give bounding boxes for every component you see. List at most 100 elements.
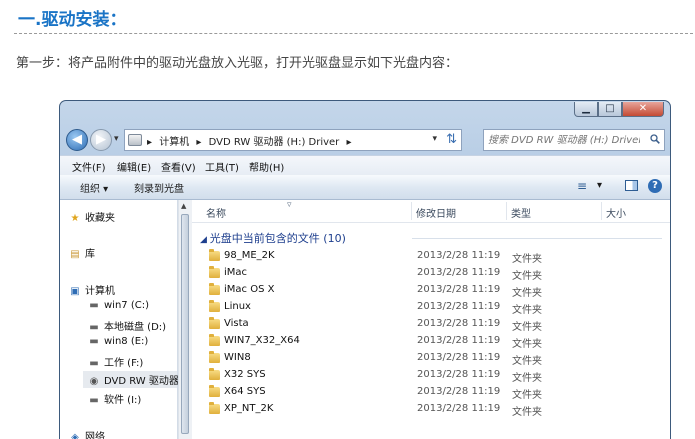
collapse-icon[interactable]: ◢	[200, 235, 210, 245]
file-name: WIN7_X32_X64	[224, 335, 300, 346]
column-divider[interactable]	[506, 202, 507, 220]
file-name: Linux	[224, 301, 251, 312]
column-name[interactable]: 名称	[206, 205, 226, 220]
file-date: 2013/2/28 11:19	[417, 369, 501, 380]
file-row[interactable]: 98_ME_2K 2013/2/28 11:19 文件夹	[192, 248, 670, 265]
file-name: X64 SYS	[224, 386, 266, 397]
search-input[interactable]	[488, 132, 640, 148]
group-header[interactable]: ◢ 光盘中当前包含的文件 (10)	[200, 230, 346, 246]
breadcrumb-computer[interactable]: 计算机	[159, 137, 189, 148]
file-type: 文件夹	[512, 271, 542, 282]
file-date: 2013/2/28 11:19	[417, 250, 501, 261]
folder-icon	[209, 385, 220, 397]
folder-icon	[209, 283, 220, 295]
address-bar[interactable]: ▸ 计算机 ▸ DVD RW 驱动器 (H:) Driver ▸ ▾ ⇅	[124, 129, 462, 151]
file-row[interactable]: WIN7_X32_X64 2013/2/28 11:19 文件夹	[192, 333, 670, 350]
file-type: 文件夹	[512, 407, 542, 418]
scrollbar-thumb[interactable]	[181, 214, 189, 434]
forward-button[interactable]: ▶	[90, 129, 112, 151]
file-row[interactable]: iMac 2013/2/28 11:19 文件夹	[192, 265, 670, 282]
file-type: 文件夹	[512, 305, 542, 316]
group-divider	[412, 238, 662, 239]
history-dropdown-icon[interactable]: ▾	[114, 134, 119, 144]
views-icon[interactable]: ≡	[577, 179, 587, 193]
scroll-up-icon[interactable]: ▲	[181, 202, 186, 210]
window-controls: ▁ □ ✕	[574, 102, 664, 117]
file-type: 文件夹	[512, 322, 542, 333]
file-date: 2013/2/28 11:19	[417, 267, 501, 278]
drive-icon: ▬	[89, 358, 99, 369]
nav-drive-f[interactable]: ▬ 工作 (F:)	[87, 354, 143, 369]
drive-icon: ▬	[89, 300, 99, 311]
menu-file[interactable]: 文件(F)	[72, 159, 106, 174]
folder-icon	[209, 351, 220, 363]
column-divider[interactable]	[601, 202, 602, 220]
help-icon[interactable]: ?	[648, 179, 662, 193]
file-row[interactable]: X32 SYS 2013/2/28 11:19 文件夹	[192, 367, 670, 384]
explorer-window: ▁ □ ✕ ◀ ▶ ▾ ▸ 计算机 ▸ DVD RW 驱动器 (H:) Driv…	[59, 100, 671, 439]
close-button[interactable]: ✕	[622, 102, 664, 117]
menu-help[interactable]: 帮助(H)	[249, 159, 284, 174]
file-row[interactable]: iMac OS X 2013/2/28 11:19 文件夹	[192, 282, 670, 299]
file-type: 文件夹	[512, 373, 542, 384]
back-button[interactable]: ◀	[66, 129, 88, 151]
nav-network[interactable]: ◈ 网络	[68, 428, 105, 439]
drive-icon: ▬	[89, 322, 99, 333]
sort-arrow-icon: ▿	[287, 200, 292, 210]
file-name: Vista	[224, 318, 249, 329]
menu-bar: 文件(F) 编辑(E) 查看(V) 工具(T) 帮助(H)	[60, 155, 670, 176]
library-icon: ▤	[70, 249, 80, 260]
nav-drive-e[interactable]: ▬ win8 (E:)	[87, 336, 148, 347]
file-type: 文件夹	[512, 254, 542, 265]
search-icon[interactable]	[650, 134, 660, 144]
file-date: 2013/2/28 11:19	[417, 318, 501, 329]
menu-view[interactable]: 查看(V)	[161, 159, 196, 174]
file-date: 2013/2/28 11:19	[417, 301, 501, 312]
breadcrumb-separator-icon[interactable]: ▸	[347, 137, 352, 148]
file-name: X32 SYS	[224, 369, 266, 380]
nav-library[interactable]: ▤ 库	[68, 245, 95, 260]
nav-computer[interactable]: ▣ 计算机	[68, 282, 115, 297]
nav-drive-i[interactable]: ▬ 软件 (I:)	[87, 391, 141, 406]
folder-icon	[209, 300, 220, 312]
file-date: 2013/2/28 11:19	[417, 284, 501, 295]
file-row[interactable]: Vista 2013/2/28 11:19 文件夹	[192, 316, 670, 333]
file-date: 2013/2/28 11:19	[417, 386, 501, 397]
command-toolbar: 组织 ▾ 刻录到光盘 ≡ ▾ ?	[60, 175, 670, 200]
nav-drive-c[interactable]: ▬ win7 (C:)	[87, 300, 149, 311]
breadcrumb-separator-icon[interactable]: ▸	[147, 137, 152, 148]
file-name: XP_NT_2K	[224, 403, 274, 414]
preview-pane-icon[interactable]	[625, 180, 638, 191]
search-box[interactable]	[483, 129, 665, 151]
maximize-button[interactable]: □	[598, 102, 622, 117]
folder-icon	[209, 317, 220, 329]
file-name: iMac OS X	[224, 284, 275, 295]
minimize-button[interactable]: ▁	[574, 102, 598, 117]
drive-icon: ▬	[89, 336, 99, 347]
menu-tools[interactable]: 工具(T)	[205, 159, 239, 174]
refresh-icon[interactable]: ⇅	[446, 132, 457, 147]
column-modified[interactable]: 修改日期	[416, 205, 456, 220]
nav-scrollbar[interactable]: ▲	[178, 200, 192, 439]
menu-edit[interactable]: 编辑(E)	[117, 159, 151, 174]
file-type: 文件夹	[512, 339, 542, 350]
file-row[interactable]: X64 SYS 2013/2/28 11:19 文件夹	[192, 384, 670, 401]
file-name: iMac	[224, 267, 248, 278]
file-row[interactable]: WIN8 2013/2/28 11:19 文件夹	[192, 350, 670, 367]
file-name: 98_ME_2K	[224, 250, 275, 261]
nav-favorites[interactable]: ★ 收藏夹	[68, 209, 115, 224]
file-row[interactable]: Linux 2013/2/28 11:19 文件夹	[192, 299, 670, 316]
burn-to-disc-button[interactable]: 刻录到光盘	[134, 180, 184, 195]
address-dropdown-icon[interactable]: ▾	[432, 134, 437, 144]
column-size[interactable]: 大小	[606, 205, 626, 220]
nav-drive-d[interactable]: ▬ 本地磁盘 (D:)	[87, 318, 166, 333]
organize-button[interactable]: 组织 ▾	[80, 180, 108, 195]
breadcrumb-separator-icon[interactable]: ▸	[196, 137, 201, 148]
file-row[interactable]: XP_NT_2K 2013/2/28 11:19 文件夹	[192, 401, 670, 418]
breadcrumb-drive[interactable]: DVD RW 驱动器 (H:) Driver	[209, 137, 340, 148]
column-type[interactable]: 类型	[511, 205, 531, 220]
views-dropdown-icon[interactable]: ▾	[597, 180, 602, 191]
nav-drive-dvd[interactable]: ◉ DVD RW 驱动器	[83, 371, 179, 388]
column-divider[interactable]	[411, 202, 412, 220]
dashed-divider	[14, 33, 693, 34]
